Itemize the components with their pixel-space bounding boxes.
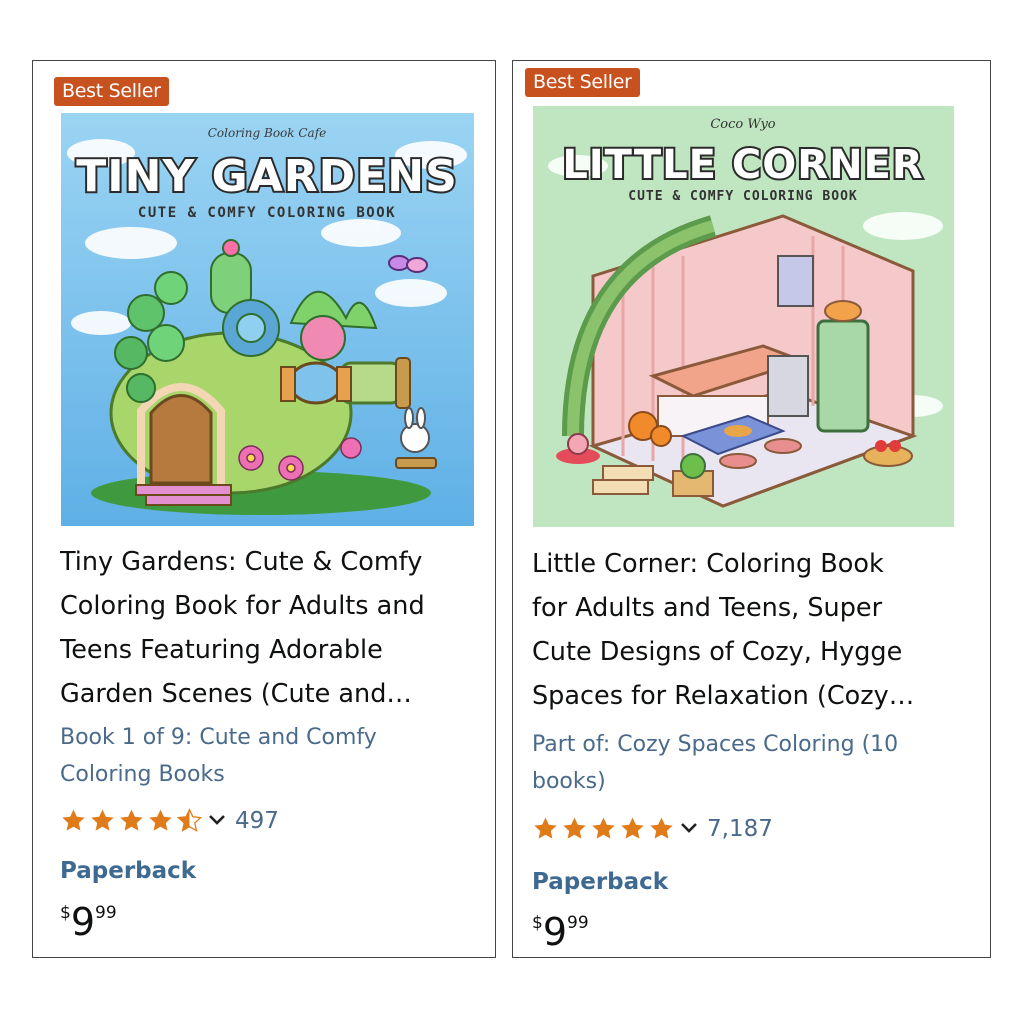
price-fraction: 99 xyxy=(95,903,117,923)
price-fraction: 99 xyxy=(567,913,589,933)
cover-subheading: CUTE & COMFY COLORING BOOK xyxy=(138,205,396,221)
chevron-down-icon[interactable] xyxy=(679,820,699,839)
title-line[interactable]: Little Corner: Coloring Book xyxy=(532,542,977,586)
star-full-icon xyxy=(532,816,559,842)
title-line[interactable]: Cute Designs of Cozy, Hygge xyxy=(532,630,977,674)
book-cover-image[interactable]: Coloring Book Cafe TINY GARDENS CUTE & C… xyxy=(61,113,474,526)
series-link[interactable]: Book 1 of 9: Cute and Comfy Coloring Boo… xyxy=(60,719,480,793)
stars xyxy=(60,808,203,834)
star-full-icon xyxy=(648,816,675,842)
title-line[interactable]: Tiny Gardens: Cute & Comfy xyxy=(60,540,490,584)
star-rating[interactable]: 7,187 xyxy=(532,814,773,844)
product-title[interactable]: Tiny Gardens: Cute & Comfy Coloring Book… xyxy=(60,540,490,716)
tiny-gardens-cover-art: Coloring Book Cafe TINY GARDENS CUTE & C… xyxy=(61,113,474,526)
star-full-icon xyxy=(89,808,116,834)
format-link[interactable]: Paperback xyxy=(60,858,196,884)
cover-heading: TINY GARDENS xyxy=(76,151,458,202)
price-symbol: $ xyxy=(60,903,71,923)
star-half-icon xyxy=(176,808,203,834)
rating-count[interactable]: 7,187 xyxy=(707,816,773,842)
product-card[interactable]: Best Seller Coco Wyo LITTLE CORNER CUTE … xyxy=(512,60,991,958)
cover-heading: LITTLE CORNER xyxy=(562,142,923,188)
price-whole: 9 xyxy=(542,910,568,954)
chevron-down-icon[interactable] xyxy=(207,812,227,831)
series-link[interactable]: Part of: Cozy Spaces Coloring (10 books) xyxy=(532,726,972,800)
series-line[interactable]: Coloring Books xyxy=(60,756,480,793)
star-full-icon xyxy=(60,808,87,834)
star-full-icon xyxy=(147,808,174,834)
title-line[interactable]: Garden Scenes (Cute and… xyxy=(60,672,490,716)
series-line[interactable]: Part of: Cozy Spaces Coloring (10 xyxy=(532,726,972,763)
title-line[interactable]: for Adults and Teens, Super xyxy=(532,586,977,630)
price: $999 xyxy=(532,909,589,955)
star-rating[interactable]: 497 xyxy=(60,806,279,836)
price: $999 xyxy=(60,899,117,945)
star-full-icon xyxy=(561,816,588,842)
rating-count[interactable]: 497 xyxy=(235,808,279,834)
book-cover-image[interactable]: Coco Wyo LITTLE CORNER CUTE & COMFY COLO… xyxy=(533,106,954,527)
title-line[interactable]: Coloring Book for Adults and xyxy=(60,584,490,628)
best-seller-badge: Best Seller xyxy=(54,77,169,106)
cover-publisher: Coloring Book Cafe xyxy=(208,126,327,140)
price-whole: 9 xyxy=(70,900,96,944)
star-full-icon xyxy=(619,816,646,842)
star-full-icon xyxy=(118,808,145,834)
series-line[interactable]: books) xyxy=(532,763,972,800)
star-full-icon xyxy=(590,816,617,842)
title-line[interactable]: Teens Featuring Adorable xyxy=(60,628,490,672)
little-corner-cover-art: Coco Wyo LITTLE CORNER CUTE & COMFY COLO… xyxy=(533,106,954,527)
cover-publisher: Coco Wyo xyxy=(710,117,775,132)
price-symbol: $ xyxy=(532,913,543,933)
product-card[interactable]: Best Seller Coloring Book Cafe TINY GARD… xyxy=(32,60,496,958)
title-line[interactable]: Spaces for Relaxation (Cozy… xyxy=(532,674,977,718)
format-link[interactable]: Paperback xyxy=(532,869,668,895)
cover-subheading: CUTE & COMFY COLORING BOOK xyxy=(628,189,858,204)
series-line[interactable]: Book 1 of 9: Cute and Comfy xyxy=(60,719,480,756)
best-seller-badge: Best Seller xyxy=(525,68,640,97)
product-title[interactable]: Little Corner: Coloring Book for Adults … xyxy=(532,542,977,718)
stars xyxy=(532,816,675,842)
